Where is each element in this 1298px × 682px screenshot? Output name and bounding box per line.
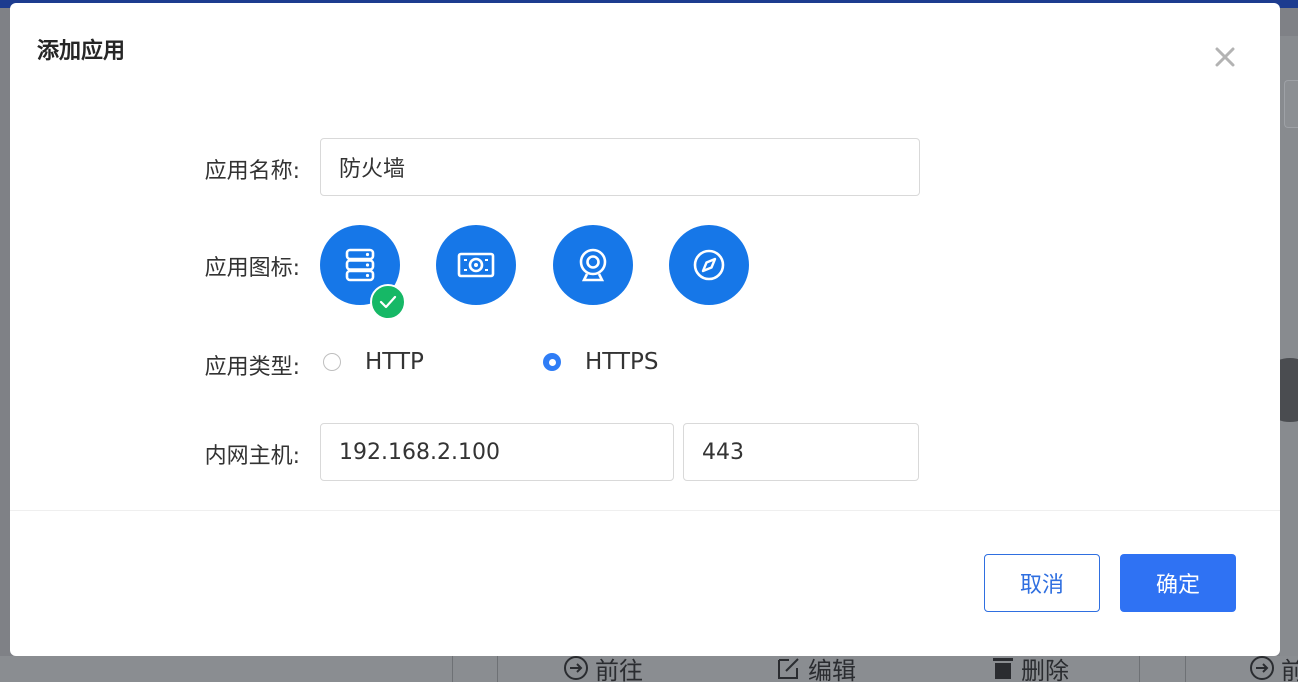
internal-host-label: 内网主机:	[204, 444, 300, 469]
icon-option-webcam[interactable]	[553, 225, 633, 305]
background-go-action-2: 前	[1249, 652, 1298, 682]
app-name-label: 应用名称:	[204, 159, 300, 184]
host-ip-input[interactable]: 192.168.2.100	[320, 423, 674, 481]
radio-http[interactable]: HTTP	[323, 349, 424, 375]
check-icon	[379, 295, 397, 309]
background-go-label: 前	[1281, 656, 1298, 682]
background-go-action: 前往	[563, 652, 643, 682]
background-divider	[497, 656, 498, 682]
webcam-icon	[579, 248, 607, 282]
enter-icon	[564, 656, 588, 680]
close-icon	[1215, 47, 1235, 67]
footer-divider	[10, 510, 1280, 511]
dialog-title: 添加应用	[37, 39, 126, 64]
server-icon	[345, 248, 375, 282]
icon-option-compass[interactable]	[669, 225, 749, 305]
background-input	[1284, 80, 1298, 128]
trash-icon	[993, 658, 1013, 679]
compass-icon	[693, 249, 725, 281]
add-app-dialog: 添加应用 应用名称: 防火墙 应用图标: 应用类型: HTTP HTTPS 内网…	[10, 3, 1280, 656]
radio-https[interactable]: HTTPS	[543, 349, 658, 375]
selected-check-badge	[370, 284, 406, 320]
confirm-button[interactable]: 确定	[1120, 554, 1236, 612]
enter-icon	[1250, 656, 1274, 680]
background-action-row	[0, 656, 1298, 682]
background-edit-action: 编辑	[776, 652, 856, 682]
radio-https-label: HTTPS	[585, 349, 659, 375]
app-type-label: 应用类型:	[204, 355, 300, 380]
host-port-input[interactable]: 443	[683, 423, 919, 481]
camera-monitor-icon	[457, 252, 495, 278]
icon-option-camera-monitor[interactable]	[436, 225, 516, 305]
edit-icon	[778, 658, 799, 679]
background-divider	[1185, 656, 1186, 682]
background-divider	[452, 656, 453, 682]
radio-http-label: HTTP	[365, 349, 424, 375]
radio-unchecked-icon	[323, 353, 341, 371]
app-name-input[interactable]: 防火墙	[320, 138, 920, 196]
background-delete-action: 删除	[991, 652, 1069, 682]
close-button[interactable]	[1211, 43, 1239, 71]
background-divider	[1139, 656, 1140, 682]
background-right-strip	[1280, 36, 1298, 666]
cancel-button[interactable]: 取消	[984, 554, 1100, 612]
app-icon-label: 应用图标:	[204, 256, 300, 281]
radio-checked-icon	[543, 353, 561, 371]
